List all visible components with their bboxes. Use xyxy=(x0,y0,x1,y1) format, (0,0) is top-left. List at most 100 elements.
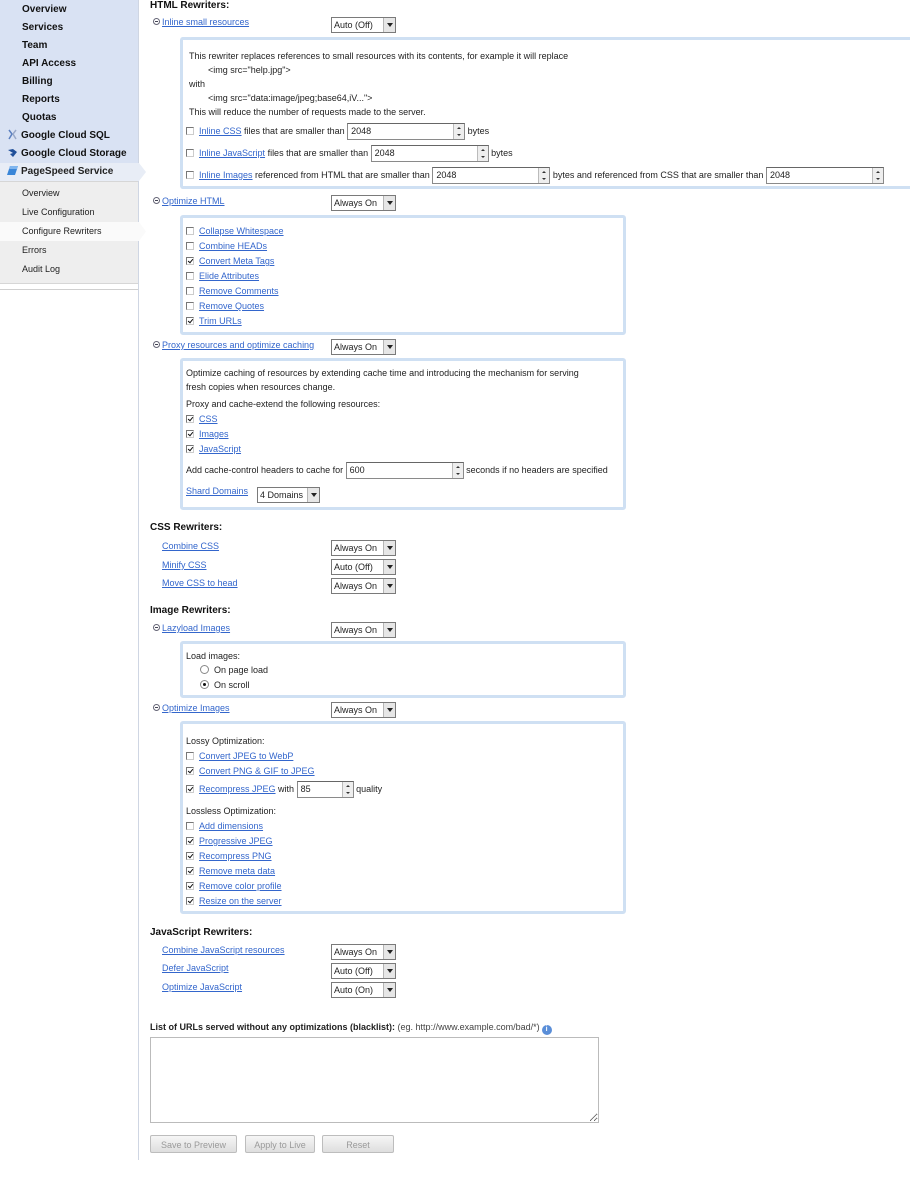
inline-css-size-input[interactable]: 2048 xyxy=(347,123,466,140)
combine-heads-checkbox[interactable] xyxy=(186,242,194,250)
nav-item-overview[interactable]: Overview xyxy=(0,1,138,19)
spinner-arrows-icon[interactable] xyxy=(453,124,465,139)
combine-css-link[interactable]: Combine CSS xyxy=(162,541,219,551)
defer-js-select[interactable]: Auto (Off) xyxy=(331,963,396,979)
optimize-js-link[interactable]: Optimize JavaScript xyxy=(162,982,242,992)
convert-png-gif-checkbox[interactable] xyxy=(186,767,194,775)
inline-css-checkbox[interactable] xyxy=(186,126,194,135)
recompress-png-link[interactable]: Recompress PNG xyxy=(199,851,272,861)
trim-urls-checkbox[interactable] xyxy=(186,317,194,325)
convert-jpeg-webp-link[interactable]: Convert JPEG to WebP xyxy=(199,751,293,761)
spinner-arrows-icon[interactable] xyxy=(341,782,353,797)
proxy-css-link[interactable]: CSS xyxy=(199,414,218,424)
optimize-js-select[interactable]: Auto (On) xyxy=(331,982,396,998)
help-icon[interactable]: i xyxy=(541,1025,552,1035)
spinner-arrows-icon[interactable] xyxy=(538,168,550,183)
remove-meta-data-checkbox[interactable] xyxy=(186,867,194,875)
convert-jpeg-webp-checkbox[interactable] xyxy=(186,752,194,760)
nav-item-quotas[interactable]: Quotas xyxy=(0,109,138,127)
shard-domains-link[interactable]: Shard Domains xyxy=(186,486,248,496)
nav-item-billing[interactable]: Billing xyxy=(0,73,138,91)
collapse-whitespace-checkbox[interactable] xyxy=(186,227,194,235)
proxy-css-checkbox[interactable] xyxy=(186,415,194,423)
collapse-icon[interactable] xyxy=(153,624,160,631)
collapse-icon[interactable] xyxy=(153,18,160,25)
convert-meta-tags-link[interactable]: Convert Meta Tags xyxy=(199,256,274,266)
jpeg-quality-input[interactable]: 85 xyxy=(296,781,354,798)
inline-small-resources-select[interactable]: Auto (Off) xyxy=(331,17,396,33)
spinner-arrows-icon[interactable] xyxy=(451,463,463,478)
lazyload-images-link[interactable]: Lazyload Images xyxy=(162,623,230,633)
optimize-images-link[interactable]: Optimize Images xyxy=(162,703,230,713)
elide-attributes-checkbox[interactable] xyxy=(186,272,194,280)
move-css-to-head-link[interactable]: Move CSS to head xyxy=(162,578,238,588)
inline-images-css-size-input[interactable]: 2048 xyxy=(765,167,884,184)
spinner-arrows-icon[interactable] xyxy=(476,146,488,161)
subnav-audit-log[interactable]: Audit Log xyxy=(0,260,138,279)
convert-png-gif-link[interactable]: Convert PNG & GIF to JPEG xyxy=(199,766,315,776)
recompress-jpeg-link[interactable]: Recompress JPEG xyxy=(199,784,276,794)
proxy-link[interactable]: Proxy resources and optimize caching xyxy=(162,340,314,350)
inline-js-checkbox[interactable] xyxy=(186,148,194,157)
progressive-jpeg-link[interactable]: Progressive JPEG xyxy=(199,836,273,846)
apply-to-live-button[interactable]: Apply to Live xyxy=(245,1135,315,1153)
inline-small-resources-link[interactable]: Inline small resources xyxy=(162,17,249,27)
inline-js-size-input[interactable]: 2048 xyxy=(370,145,489,162)
remove-color-profile-link[interactable]: Remove color profile xyxy=(199,881,282,891)
defer-js-link[interactable]: Defer JavaScript xyxy=(162,963,229,973)
inline-css-link[interactable]: Inline CSS xyxy=(199,126,242,136)
subnav-overview[interactable]: Overview xyxy=(0,184,138,203)
nav-item-team[interactable]: Team xyxy=(0,37,138,55)
cache-seconds-input[interactable]: 600 xyxy=(345,462,464,479)
combine-js-link[interactable]: Combine JavaScript resources xyxy=(162,945,285,955)
lazyload-images-select[interactable]: Always On xyxy=(331,622,396,638)
proxy-javascript-checkbox[interactable] xyxy=(186,445,194,453)
nav-item-cloud-storage[interactable]: Google Cloud Storage xyxy=(0,145,138,163)
optimize-html-select[interactable]: Always On xyxy=(331,195,396,211)
optimize-html-link[interactable]: Optimize HTML xyxy=(162,196,225,206)
blacklist-textarea[interactable] xyxy=(150,1037,599,1123)
reset-button[interactable]: Reset xyxy=(322,1135,394,1153)
collapse-icon[interactable] xyxy=(153,704,160,711)
inline-images-html-size-input[interactable]: 2048 xyxy=(432,167,551,184)
minify-css-select[interactable]: Auto (Off) xyxy=(331,559,396,575)
proxy-images-checkbox[interactable] xyxy=(186,430,194,438)
collapse-icon[interactable] xyxy=(153,197,160,204)
subnav-live-configuration[interactable]: Live Configuration xyxy=(0,203,138,222)
minify-css-link[interactable]: Minify CSS xyxy=(162,560,207,570)
elide-attributes-link[interactable]: Elide Attributes xyxy=(199,271,259,281)
subnav-errors[interactable]: Errors xyxy=(0,241,138,260)
remove-quotes-link[interactable]: Remove Quotes xyxy=(199,301,264,311)
proxy-images-link[interactable]: Images xyxy=(199,429,229,439)
proxy-javascript-link[interactable]: JavaScript xyxy=(199,444,241,454)
add-dimensions-link[interactable]: Add dimensions xyxy=(199,821,263,831)
nav-item-cloud-sql[interactable]: Google Cloud SQL xyxy=(0,127,138,145)
convert-meta-tags-checkbox[interactable] xyxy=(186,257,194,265)
move-css-to-head-select[interactable]: Always On xyxy=(331,578,396,594)
nav-item-reports[interactable]: Reports xyxy=(0,91,138,109)
remove-comments-checkbox[interactable] xyxy=(186,287,194,295)
add-dimensions-checkbox[interactable] xyxy=(186,822,194,830)
proxy-select[interactable]: Always On xyxy=(331,339,396,355)
remove-meta-data-link[interactable]: Remove meta data xyxy=(199,866,275,876)
inline-images-link[interactable]: Inline Images xyxy=(199,170,253,180)
inline-js-link[interactable]: Inline JavaScript xyxy=(199,148,265,158)
nav-item-pagespeed[interactable]: PageSpeed Service xyxy=(0,163,146,181)
optimize-images-select[interactable]: Always On xyxy=(331,702,396,718)
remove-quotes-checkbox[interactable] xyxy=(186,302,194,310)
shard-domains-select[interactable]: 4 Domains xyxy=(257,487,320,503)
remove-comments-link[interactable]: Remove Comments xyxy=(199,286,279,296)
recompress-jpeg-checkbox[interactable] xyxy=(186,784,194,793)
save-to-preview-button[interactable]: Save to Preview xyxy=(150,1135,237,1153)
on-page-load-radio[interactable] xyxy=(200,665,209,674)
collapse-whitespace-link[interactable]: Collapse Whitespace xyxy=(199,226,284,236)
combine-js-select[interactable]: Always On xyxy=(331,944,396,960)
recompress-png-checkbox[interactable] xyxy=(186,852,194,860)
nav-item-api-access[interactable]: API Access xyxy=(0,55,138,73)
spinner-arrows-icon[interactable] xyxy=(871,168,883,183)
collapse-icon[interactable] xyxy=(153,341,160,348)
inline-images-checkbox[interactable] xyxy=(186,170,194,179)
resize-on-server-checkbox[interactable] xyxy=(186,897,194,905)
nav-item-services[interactable]: Services xyxy=(0,19,138,37)
on-scroll-radio[interactable] xyxy=(200,680,209,689)
